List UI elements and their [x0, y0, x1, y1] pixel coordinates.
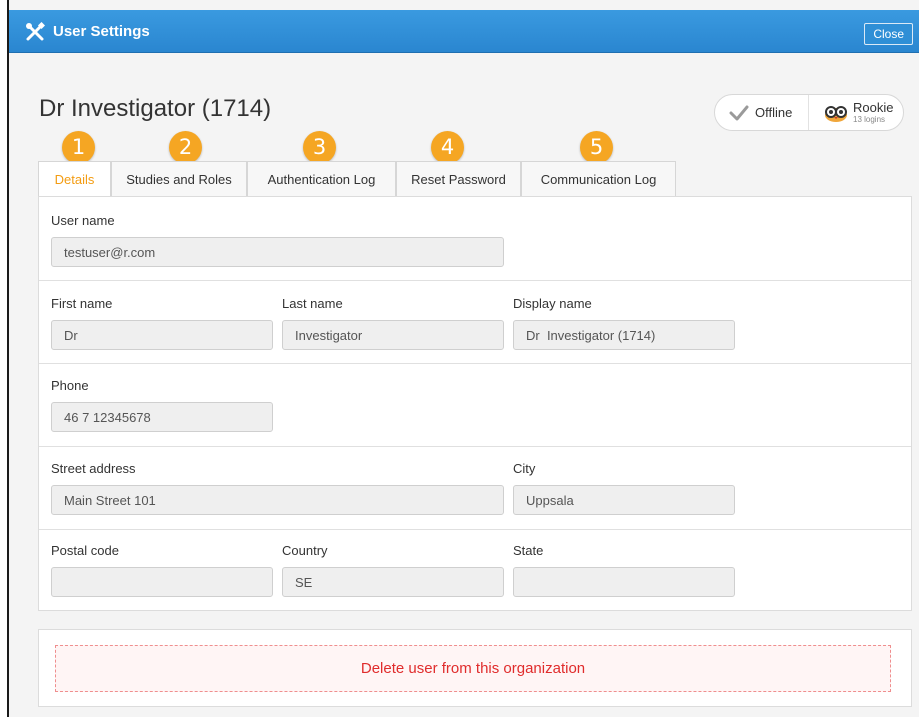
level-name: Rookie: [853, 100, 894, 115]
step-badge-2: 2: [169, 131, 202, 164]
login-count: 13 logins: [853, 115, 886, 124]
last-name-field[interactable]: [282, 320, 504, 350]
street-address-label: Street address: [51, 461, 136, 476]
last-name-label: Last name: [282, 296, 343, 311]
title-bar: User Settings Close: [9, 10, 919, 53]
tab-details[interactable]: Details: [38, 161, 111, 198]
close-button[interactable]: Close: [864, 23, 913, 45]
first-name-field[interactable]: [51, 320, 273, 350]
street-address-field[interactable]: [51, 485, 504, 515]
display-name-label: Display name: [513, 296, 592, 311]
tab-communication-log[interactable]: Communication Log: [521, 161, 676, 197]
tools-icon: [26, 22, 45, 41]
display-name-field[interactable]: [513, 320, 735, 350]
check-icon: [729, 105, 749, 121]
step-badge-3: 3: [303, 131, 336, 164]
username-field[interactable]: [51, 237, 504, 267]
user-level: Rookie 13 logins: [809, 95, 903, 130]
city-label: City: [513, 461, 536, 476]
tab-reset-password[interactable]: Reset Password: [396, 161, 521, 197]
country-field[interactable]: [282, 567, 504, 597]
window-title: User Settings: [53, 23, 150, 40]
phone-section: Phone: [39, 364, 911, 447]
region-section: Postal code Country State: [39, 530, 911, 610]
state-label: State: [513, 543, 544, 558]
postal-code-field[interactable]: [51, 567, 273, 597]
user-status-box: Offline Rookie 13 logins: [714, 94, 904, 131]
user-settings-window: User Settings Close Dr Investigator (171…: [7, 0, 919, 717]
city-field[interactable]: [513, 485, 735, 515]
step-badge-1: 1: [62, 131, 95, 164]
step-badge-5: 5: [580, 131, 613, 164]
state-field[interactable]: [513, 567, 735, 597]
details-panel: User name First name Last name Display n…: [38, 196, 912, 611]
phone-label: Phone: [51, 378, 89, 393]
first-name-label: First name: [51, 296, 113, 311]
username-section: User name: [39, 197, 911, 281]
address-section: Street address City: [39, 447, 911, 530]
delete-user-button[interactable]: Delete user from this organization: [55, 645, 891, 692]
postal-code-label: Postal code: [51, 543, 119, 558]
online-status: Offline: [715, 95, 809, 130]
phone-field[interactable]: [51, 402, 273, 432]
delete-panel: Delete user from this organization: [38, 629, 912, 707]
tab-authentication-log[interactable]: Authentication Log: [247, 161, 396, 197]
step-badge-4: 4: [431, 131, 464, 164]
name-section: First name Last name Display name: [39, 281, 911, 364]
status-label: Offline: [755, 105, 793, 120]
owl-icon: [825, 106, 847, 122]
page-title: Dr Investigator (1714): [39, 95, 272, 122]
tab-studies-and-roles[interactable]: Studies and Roles: [111, 161, 247, 197]
country-label: Country: [282, 543, 328, 558]
username-label: User name: [51, 213, 115, 228]
